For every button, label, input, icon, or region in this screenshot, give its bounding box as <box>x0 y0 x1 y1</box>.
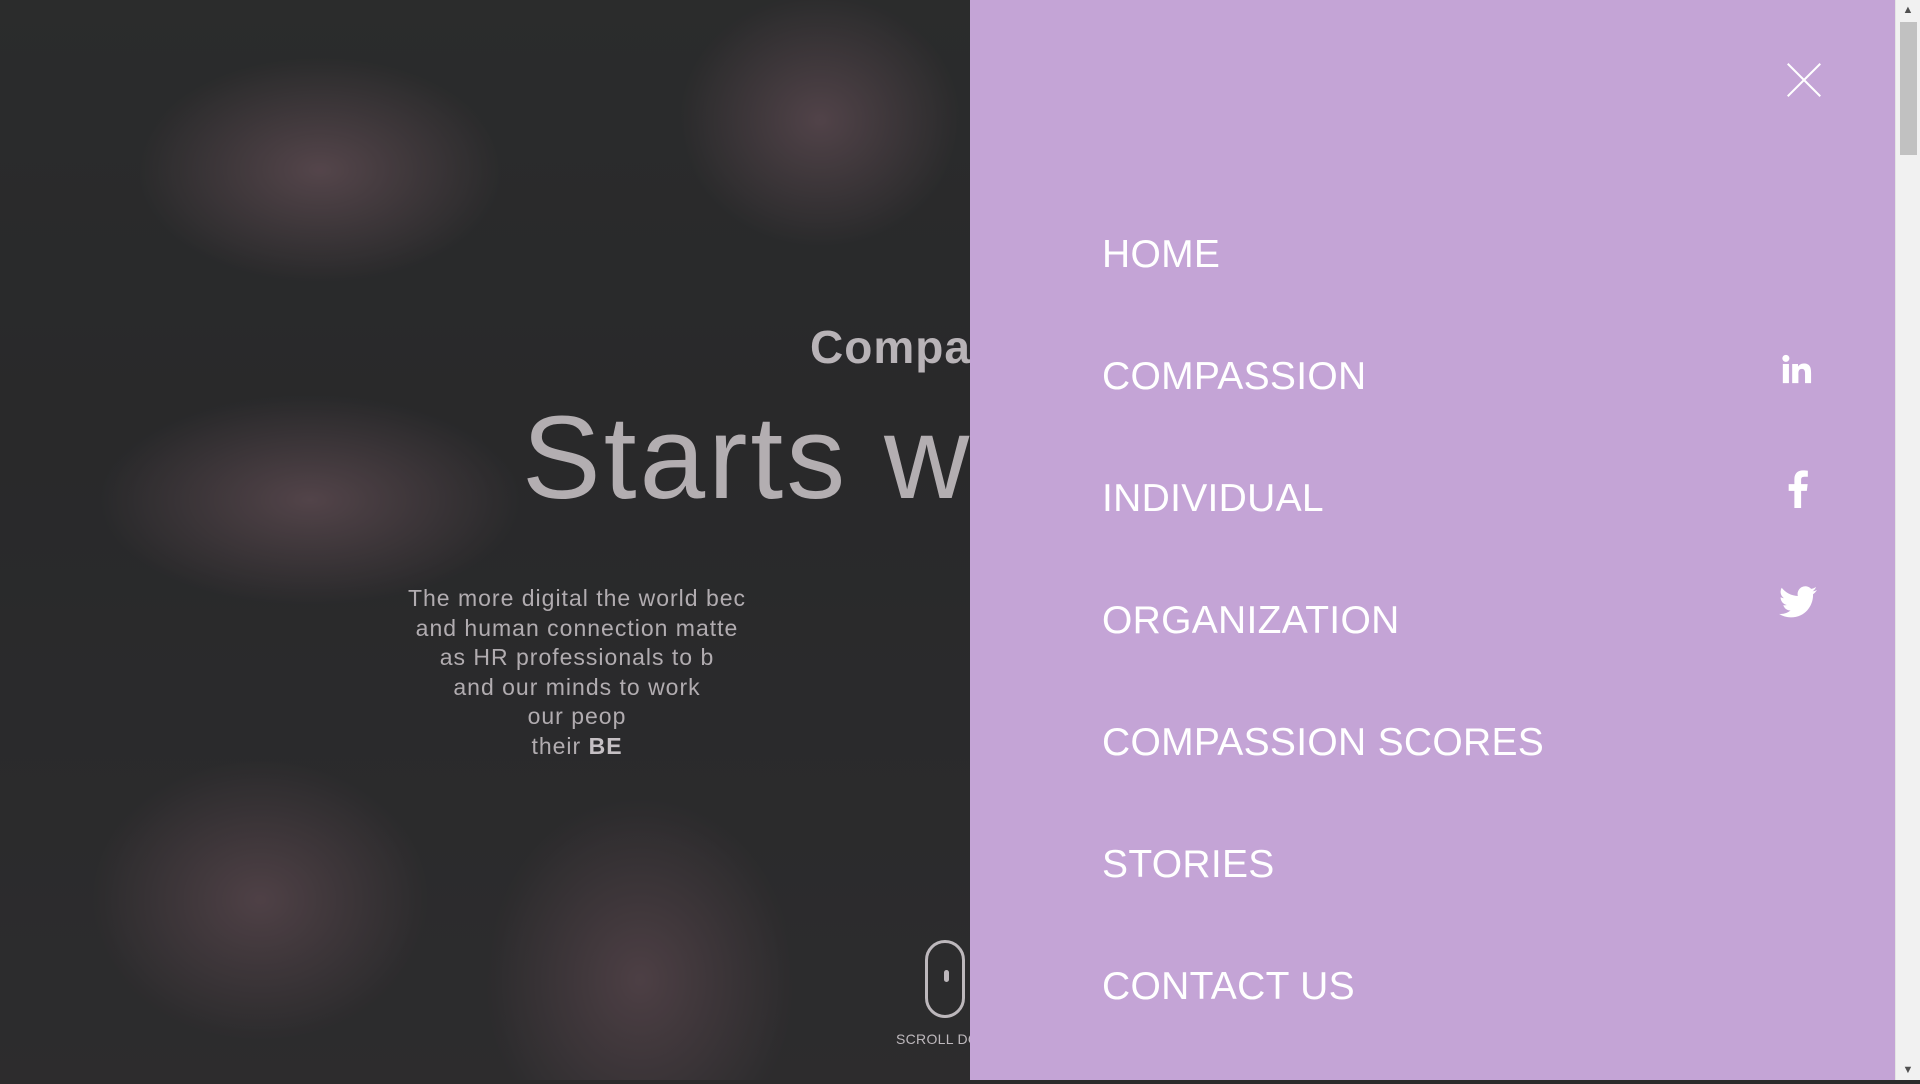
hero-body-line-last: their BE <box>0 732 970 762</box>
hero-body-emphasis: BE <box>588 732 623 759</box>
scroll-down-arrow-icon[interactable]: ▼ <box>1896 1060 1920 1080</box>
twitter-icon[interactable] <box>1779 586 1817 618</box>
scroll-up-arrow-icon[interactable]: ▲ <box>1896 0 1920 20</box>
nav-item-compassion-scores: COMPASSION SCORES <box>1102 718 1544 840</box>
hero-body-line: as HR professionals to b <box>439 644 715 670</box>
hero-overlay <box>0 0 970 1080</box>
hero-body: The more digital the world bec and human… <box>0 584 970 761</box>
close-icon[interactable] <box>1787 63 1821 97</box>
hero-body-last-prefix: their <box>531 732 589 759</box>
nav-item-individual: INDIVIDUAL <box>1102 474 1544 596</box>
scroll-mouse-icon[interactable] <box>925 940 965 1018</box>
nav-item-home: HOME <box>1102 230 1544 352</box>
hero-eyebrow: Compas <box>810 321 970 373</box>
nav-item-organization: ORGANIZATION <box>1102 596 1544 718</box>
nav-link-home[interactable]: HOME <box>1102 230 1220 280</box>
hero-body-line: The more digital the world bec <box>407 585 747 611</box>
hero-body-line: our peop <box>527 703 627 729</box>
hero-body-line: and our minds to work <box>453 673 701 700</box>
nav-link-stories[interactable]: STORIES <box>1102 840 1275 890</box>
nav-item-contact-us: CONTACT US <box>1102 962 1544 1084</box>
menu-panel: HOME COMPASSION INDIVIDUAL ORGANIZATION … <box>970 0 1895 1080</box>
hero-body-line: and human connection matte <box>415 614 739 641</box>
nav-link-compassion[interactable]: COMPASSION <box>1102 352 1366 402</box>
nav-link-individual[interactable]: INDIVIDUAL <box>1102 474 1324 524</box>
nav-link-organization[interactable]: ORGANIZATION <box>1102 596 1400 646</box>
main-nav: HOME COMPASSION INDIVIDUAL ORGANIZATION … <box>1102 230 1544 1084</box>
linkedin-icon[interactable] <box>1780 352 1814 386</box>
scrollbar-thumb[interactable] <box>1900 22 1917 155</box>
nav-item-compassion: COMPASSION <box>1102 352 1544 474</box>
page-scrollbar[interactable]: ▲ ▼ <box>1895 0 1920 1080</box>
scroll-down-label[interactable]: SCROLL DO <box>896 1031 970 1047</box>
nav-link-contact-us[interactable]: CONTACT US <box>1102 962 1355 1012</box>
facebook-icon[interactable] <box>1787 470 1809 508</box>
nav-item-stories: STORIES <box>1102 840 1544 962</box>
hero-title: Starts w <box>522 392 970 524</box>
nav-link-compassion-scores[interactable]: COMPASSION SCORES <box>1102 718 1544 768</box>
hero-section: Compas Starts w The more digital the wor… <box>0 0 970 1080</box>
